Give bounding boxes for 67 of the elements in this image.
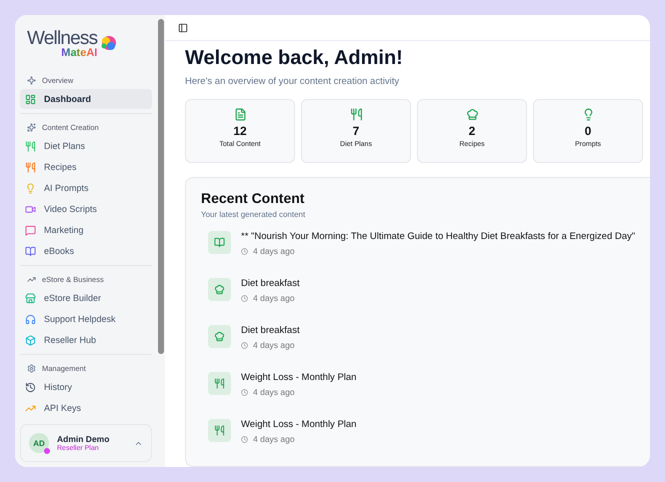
stat-value: 7 xyxy=(352,124,360,138)
fork-knife-icon xyxy=(214,425,225,436)
sparkle-icon xyxy=(27,76,36,85)
fork-knife-icon xyxy=(214,378,225,389)
sidebar-item[interactable]: Marketing xyxy=(20,220,152,240)
logo-wordmark: Wellness xyxy=(27,29,98,48)
content-time: 4 days ago xyxy=(253,246,295,256)
sidebar-item-label: Video Scripts xyxy=(44,204,97,214)
sidebar-toggle-icon[interactable] xyxy=(178,22,188,32)
clock-icon xyxy=(241,436,248,443)
sidebar-item-label: AI Prompts xyxy=(44,183,89,193)
content-time: 4 days ago xyxy=(253,293,295,304)
content-time: 4 days ago xyxy=(253,434,295,444)
clock-icon xyxy=(241,294,248,302)
status-dot xyxy=(44,448,50,454)
content-title[interactable]: Diet breakfast xyxy=(241,325,300,336)
chef-hat-icon xyxy=(214,331,225,342)
user-name: Admin Demo xyxy=(57,434,110,444)
avatar: AD xyxy=(29,433,49,453)
sidebar-item[interactable]: History xyxy=(20,377,152,397)
card-subtitle: Your latest generated content xyxy=(201,210,306,219)
stat-value: 12 xyxy=(233,124,247,138)
sidebar-item-label: Diet Plans xyxy=(44,141,86,151)
clock-icon xyxy=(241,248,248,255)
sidebar-item-label: History xyxy=(44,382,72,392)
document-icon xyxy=(234,108,246,121)
logo-subtitle: MateAI xyxy=(61,48,98,59)
page-subtitle: Here's an overview of your content creation activity xyxy=(185,76,400,87)
chef-hat-icon xyxy=(214,284,225,295)
page-title: Welcome back, Admin! xyxy=(185,47,404,70)
sidebar-item-label: Support Helpdesk xyxy=(44,314,116,324)
sidebar-item-label: Reseller Hub xyxy=(44,335,96,345)
chef-hat-icon xyxy=(466,108,478,121)
clock-icon xyxy=(241,342,248,349)
sidebar-item-label: Recipes xyxy=(44,162,77,172)
settings-icon xyxy=(27,364,36,373)
sidebar-item[interactable]: AI Prompts xyxy=(20,178,152,198)
sidebar-item-label: eBooks xyxy=(44,246,74,256)
stat-value: 2 xyxy=(468,124,476,138)
clock-icon xyxy=(241,388,248,396)
sidebar-item[interactable]: Dashboard xyxy=(20,89,152,109)
content-time: 4 days ago xyxy=(253,340,295,350)
sidebar-item[interactable]: Video Scripts xyxy=(20,199,152,219)
stat-value: 0 xyxy=(584,124,592,138)
content-title[interactable]: ** "Nourish Your Morning: The Ultimate Guide to Healthy Diet Breakfasts for a Energized Day" xyxy=(241,231,636,242)
sidebar-item[interactable]: Recipes xyxy=(20,157,152,177)
fork-knife-icon xyxy=(350,108,362,121)
scrollbar-thumb[interactable] xyxy=(158,19,164,354)
sidebar-item-label: API Keys xyxy=(44,403,82,413)
sidebar-item[interactable]: eBooks xyxy=(20,241,152,261)
lightbulb-icon xyxy=(582,108,594,121)
sidebar-item[interactable]: eStore Builder xyxy=(20,288,152,308)
card-title: Recent Content xyxy=(201,190,306,206)
open-book-icon xyxy=(214,237,225,248)
sidebar-item-label: Marketing xyxy=(44,225,84,235)
sidebar-item[interactable]: API Keys xyxy=(20,398,152,418)
content-title[interactable]: Weight Loss - Monthly Plan xyxy=(241,372,356,384)
content-title[interactable]: Diet breakfast xyxy=(241,278,300,290)
trend-line-icon xyxy=(27,275,36,284)
content-title[interactable]: Weight Loss - Monthly Plan xyxy=(241,419,356,430)
sidebar-item[interactable]: Diet Plans xyxy=(20,136,152,156)
content-time: 4 days ago xyxy=(253,387,295,398)
sparkles-icon xyxy=(27,123,36,132)
sidebar-item[interactable]: Support Helpdesk xyxy=(20,309,152,329)
sidebar-item-label: Dashboard xyxy=(44,94,92,104)
sidebar-item-label: eStore Builder xyxy=(44,293,102,303)
sidebar-item[interactable]: Reseller Hub xyxy=(20,330,152,350)
